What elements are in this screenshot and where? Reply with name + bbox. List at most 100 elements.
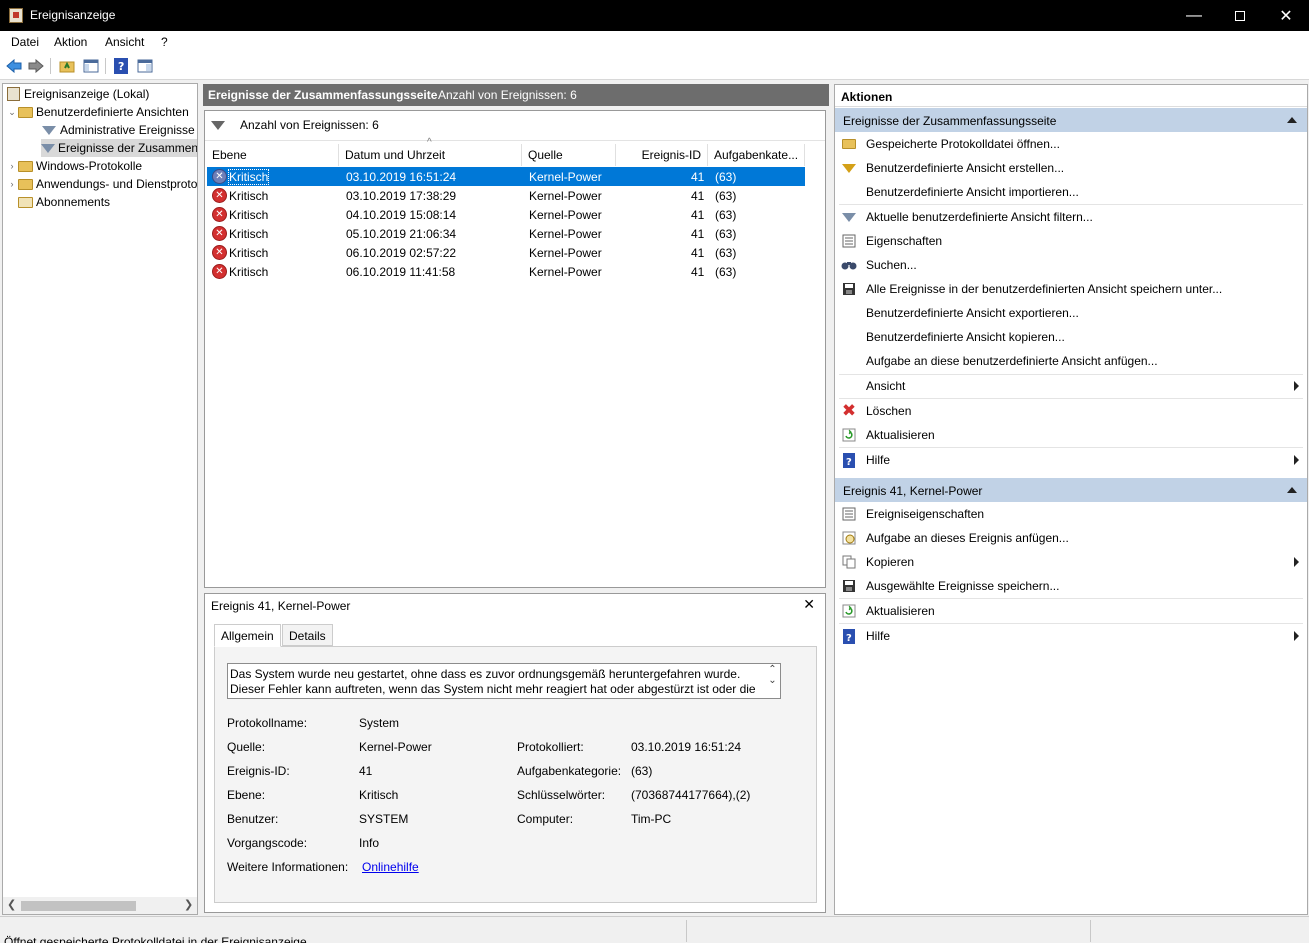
tree-custom-views-label: Benutzerdefinierte Ansichten xyxy=(36,105,189,119)
action-help-event[interactable]: ? Hilfe xyxy=(835,624,1307,648)
action-open-saved-log[interactable]: Gespeicherte Protokolldatei öffnen... xyxy=(835,132,1307,156)
scroll-down-icon[interactable]: ⌄ xyxy=(765,675,780,686)
tree-summary-events-label: Ereignisse der Zusammenfassungsseite xyxy=(58,141,198,155)
action-event-properties[interactable]: Ereigniseigenschaften xyxy=(835,502,1307,526)
action-save-selected-events[interactable]: Ausgewählte Ereignisse speichern... xyxy=(835,574,1307,598)
svg-text:?: ? xyxy=(118,60,124,73)
forward-arrow-icon[interactable] xyxy=(27,57,45,75)
maximize-button[interactable] xyxy=(1217,0,1263,31)
filter-create-icon xyxy=(841,160,857,176)
field-user: SYSTEM xyxy=(359,812,409,826)
column-header-task-category[interactable]: Aufgabenkate... xyxy=(708,144,805,166)
online-help-link[interactable]: Onlinehilfe xyxy=(362,860,419,874)
tree-root[interactable]: Ereignisanzeige (Lokal) xyxy=(5,85,149,103)
action-filter-current-view[interactable]: Aktuelle benutzerdefinierte Ansicht filt… xyxy=(835,205,1307,229)
table-row[interactable]: ✕ Kritisch 05.10.2019 21:06:34 Kernel-Po… xyxy=(207,224,805,243)
scroll-right-icon[interactable]: ❯ xyxy=(184,898,193,911)
action-copy[interactable]: Kopieren xyxy=(835,550,1307,574)
tree-horizontal-scrollbar[interactable]: ❮ ❯ xyxy=(3,897,197,914)
critical-error-icon: ✕ xyxy=(212,169,227,184)
tree-windows-logs[interactable]: › Windows-Protokolle xyxy=(7,157,143,175)
menu-aktion[interactable]: Aktion xyxy=(54,35,87,49)
close-icon[interactable]: ✕ xyxy=(803,596,815,613)
field-opcode: Info xyxy=(359,836,380,850)
actions-section-summary[interactable]: Ereignisse der Zusammenfassungsseite xyxy=(835,108,1307,132)
action-help[interactable]: ? Hilfe xyxy=(835,448,1307,472)
chevron-down-icon[interactable]: ⌄ xyxy=(7,107,17,118)
action-attach-task-event[interactable]: Aufgabe an dieses Ereignis anfügen... xyxy=(835,526,1307,550)
action-save-all-events[interactable]: Alle Ereignisse in der benutzerdefiniert… xyxy=(835,277,1307,301)
menu-ansicht[interactable]: Ansicht xyxy=(105,35,144,49)
collapse-caret-icon[interactable] xyxy=(1287,487,1297,493)
tree-subscriptions[interactable]: Abonnements xyxy=(17,193,110,211)
field-computer-label: Computer: xyxy=(517,812,574,826)
column-header-event-id[interactable]: Ereignis-ID xyxy=(616,144,708,166)
actions-section-event[interactable]: Ereignis 41, Kernel-Power xyxy=(835,478,1307,502)
tree-custom-views[interactable]: ⌄ Benutzerdefinierte Ansichten xyxy=(7,103,189,121)
filter-icon xyxy=(841,209,857,225)
tree-summary-events[interactable]: Ereignisse der Zusammenfassungsseite xyxy=(41,139,198,157)
table-row[interactable]: ✕ Kritisch 06.10.2019 02:57:22 Kernel-Po… xyxy=(207,243,805,262)
refresh-icon xyxy=(841,427,857,443)
table-row[interactable]: ✕ Kritisch 06.10.2019 11:41:58 Kernel-Po… xyxy=(207,262,805,281)
status-bar: Öffnet gespeicherte Protokolldatei in de… xyxy=(0,916,1309,943)
action-properties[interactable]: Eigenschaften xyxy=(835,229,1307,253)
tab-details[interactable]: Details xyxy=(282,624,333,646)
action-copy-custom-view[interactable]: Benutzerdefinierte Ansicht kopieren... xyxy=(835,325,1307,349)
console-tree-icon[interactable] xyxy=(82,57,100,75)
status-text: Öffnet gespeicherte Protokolldatei in de… xyxy=(4,935,307,943)
menu-help[interactable]: ? xyxy=(161,35,168,49)
action-export-custom-view[interactable]: Benutzerdefinierte Ansicht exportieren..… xyxy=(835,301,1307,325)
submenu-arrow-icon xyxy=(1294,381,1299,391)
chevron-right-icon[interactable]: › xyxy=(7,161,17,171)
action-create-custom-view[interactable]: Benutzerdefinierte Ansicht erstellen... xyxy=(835,156,1307,180)
scroll-thumb[interactable] xyxy=(21,901,136,911)
table-row[interactable]: ✕ Kritisch 03.10.2019 17:38:29 Kernel-Po… xyxy=(207,186,805,205)
description-scrollbar[interactable]: ⌃ ⌄ xyxy=(765,664,780,698)
middle-pane-title: Ereignisse der Zusammenfassungsseite xyxy=(208,88,438,102)
chevron-right-icon[interactable]: › xyxy=(7,179,17,189)
filter-icon xyxy=(211,119,225,133)
table-row[interactable]: ✕ Kritisch 03.10.2019 16:51:24 Kernel-Po… xyxy=(207,167,805,186)
help-icon[interactable]: ? xyxy=(112,57,130,75)
action-pane-icon[interactable] xyxy=(136,57,154,75)
action-view-submenu[interactable]: Ansicht xyxy=(835,374,1307,398)
title-bar: Ereignisanzeige — ✕ xyxy=(0,0,1309,31)
scroll-left-icon[interactable]: ❮ xyxy=(7,898,16,911)
collapse-caret-icon[interactable] xyxy=(1287,117,1297,123)
table-row[interactable]: ✕ Kritisch 04.10.2019 15:08:14 Kernel-Po… xyxy=(207,205,805,224)
action-delete[interactable]: ✖ Löschen xyxy=(835,399,1307,423)
column-header-level[interactable]: Ebene xyxy=(206,144,339,166)
status-divider xyxy=(686,920,687,942)
tree-app-logs[interactable]: › Anwendungs- und Dienstprotokolle xyxy=(7,175,198,193)
submenu-arrow-icon xyxy=(1294,557,1299,567)
middle-pane-header: Ereignisse der Zusammenfassungsseite Anz… xyxy=(203,84,829,106)
scroll-up-icon[interactable]: ⌃ xyxy=(765,664,780,675)
action-refresh[interactable]: Aktualisieren xyxy=(835,423,1307,447)
tree-admin-events[interactable]: Administrative Ereignisse xyxy=(41,121,195,139)
column-header-source[interactable]: Quelle xyxy=(522,144,616,166)
action-find[interactable]: Suchen... xyxy=(835,253,1307,277)
filter-bar: Anzahl von Ereignissen: 6 xyxy=(205,111,825,141)
tree-subscriptions-label: Abonnements xyxy=(36,195,111,209)
action-refresh-event[interactable]: Aktualisieren xyxy=(835,599,1307,623)
detail-title: Ereignis 41, Kernel-Power xyxy=(211,599,351,613)
event-viewer-app-icon xyxy=(9,8,23,23)
toolbar-separator xyxy=(50,58,51,74)
general-tab-body: Das System wurde neu gestartet, ohne das… xyxy=(214,646,817,903)
action-import-custom-view[interactable]: Benutzerdefinierte Ansicht importieren..… xyxy=(835,180,1307,204)
help-icon: ? xyxy=(841,452,857,468)
field-logged: 03.10.2019 16:51:24 xyxy=(631,740,742,754)
menu-datei[interactable]: Datei xyxy=(11,35,39,49)
minimize-button[interactable]: — xyxy=(1171,0,1217,31)
filter-icon xyxy=(41,140,55,156)
window-title: Ereignisanzeige xyxy=(30,8,116,22)
action-attach-task-view[interactable]: Aufgabe an diese benutzerdefinierte Ansi… xyxy=(835,349,1307,373)
event-description[interactable]: Das System wurde neu gestartet, ohne das… xyxy=(227,663,781,699)
up-folder-icon[interactable] xyxy=(58,57,76,75)
tab-general[interactable]: Allgemein xyxy=(214,624,281,647)
task-clock-icon xyxy=(841,530,857,546)
refresh-icon xyxy=(841,603,857,619)
close-window-button[interactable]: ✕ xyxy=(1263,0,1309,31)
back-arrow-icon[interactable] xyxy=(5,57,23,75)
